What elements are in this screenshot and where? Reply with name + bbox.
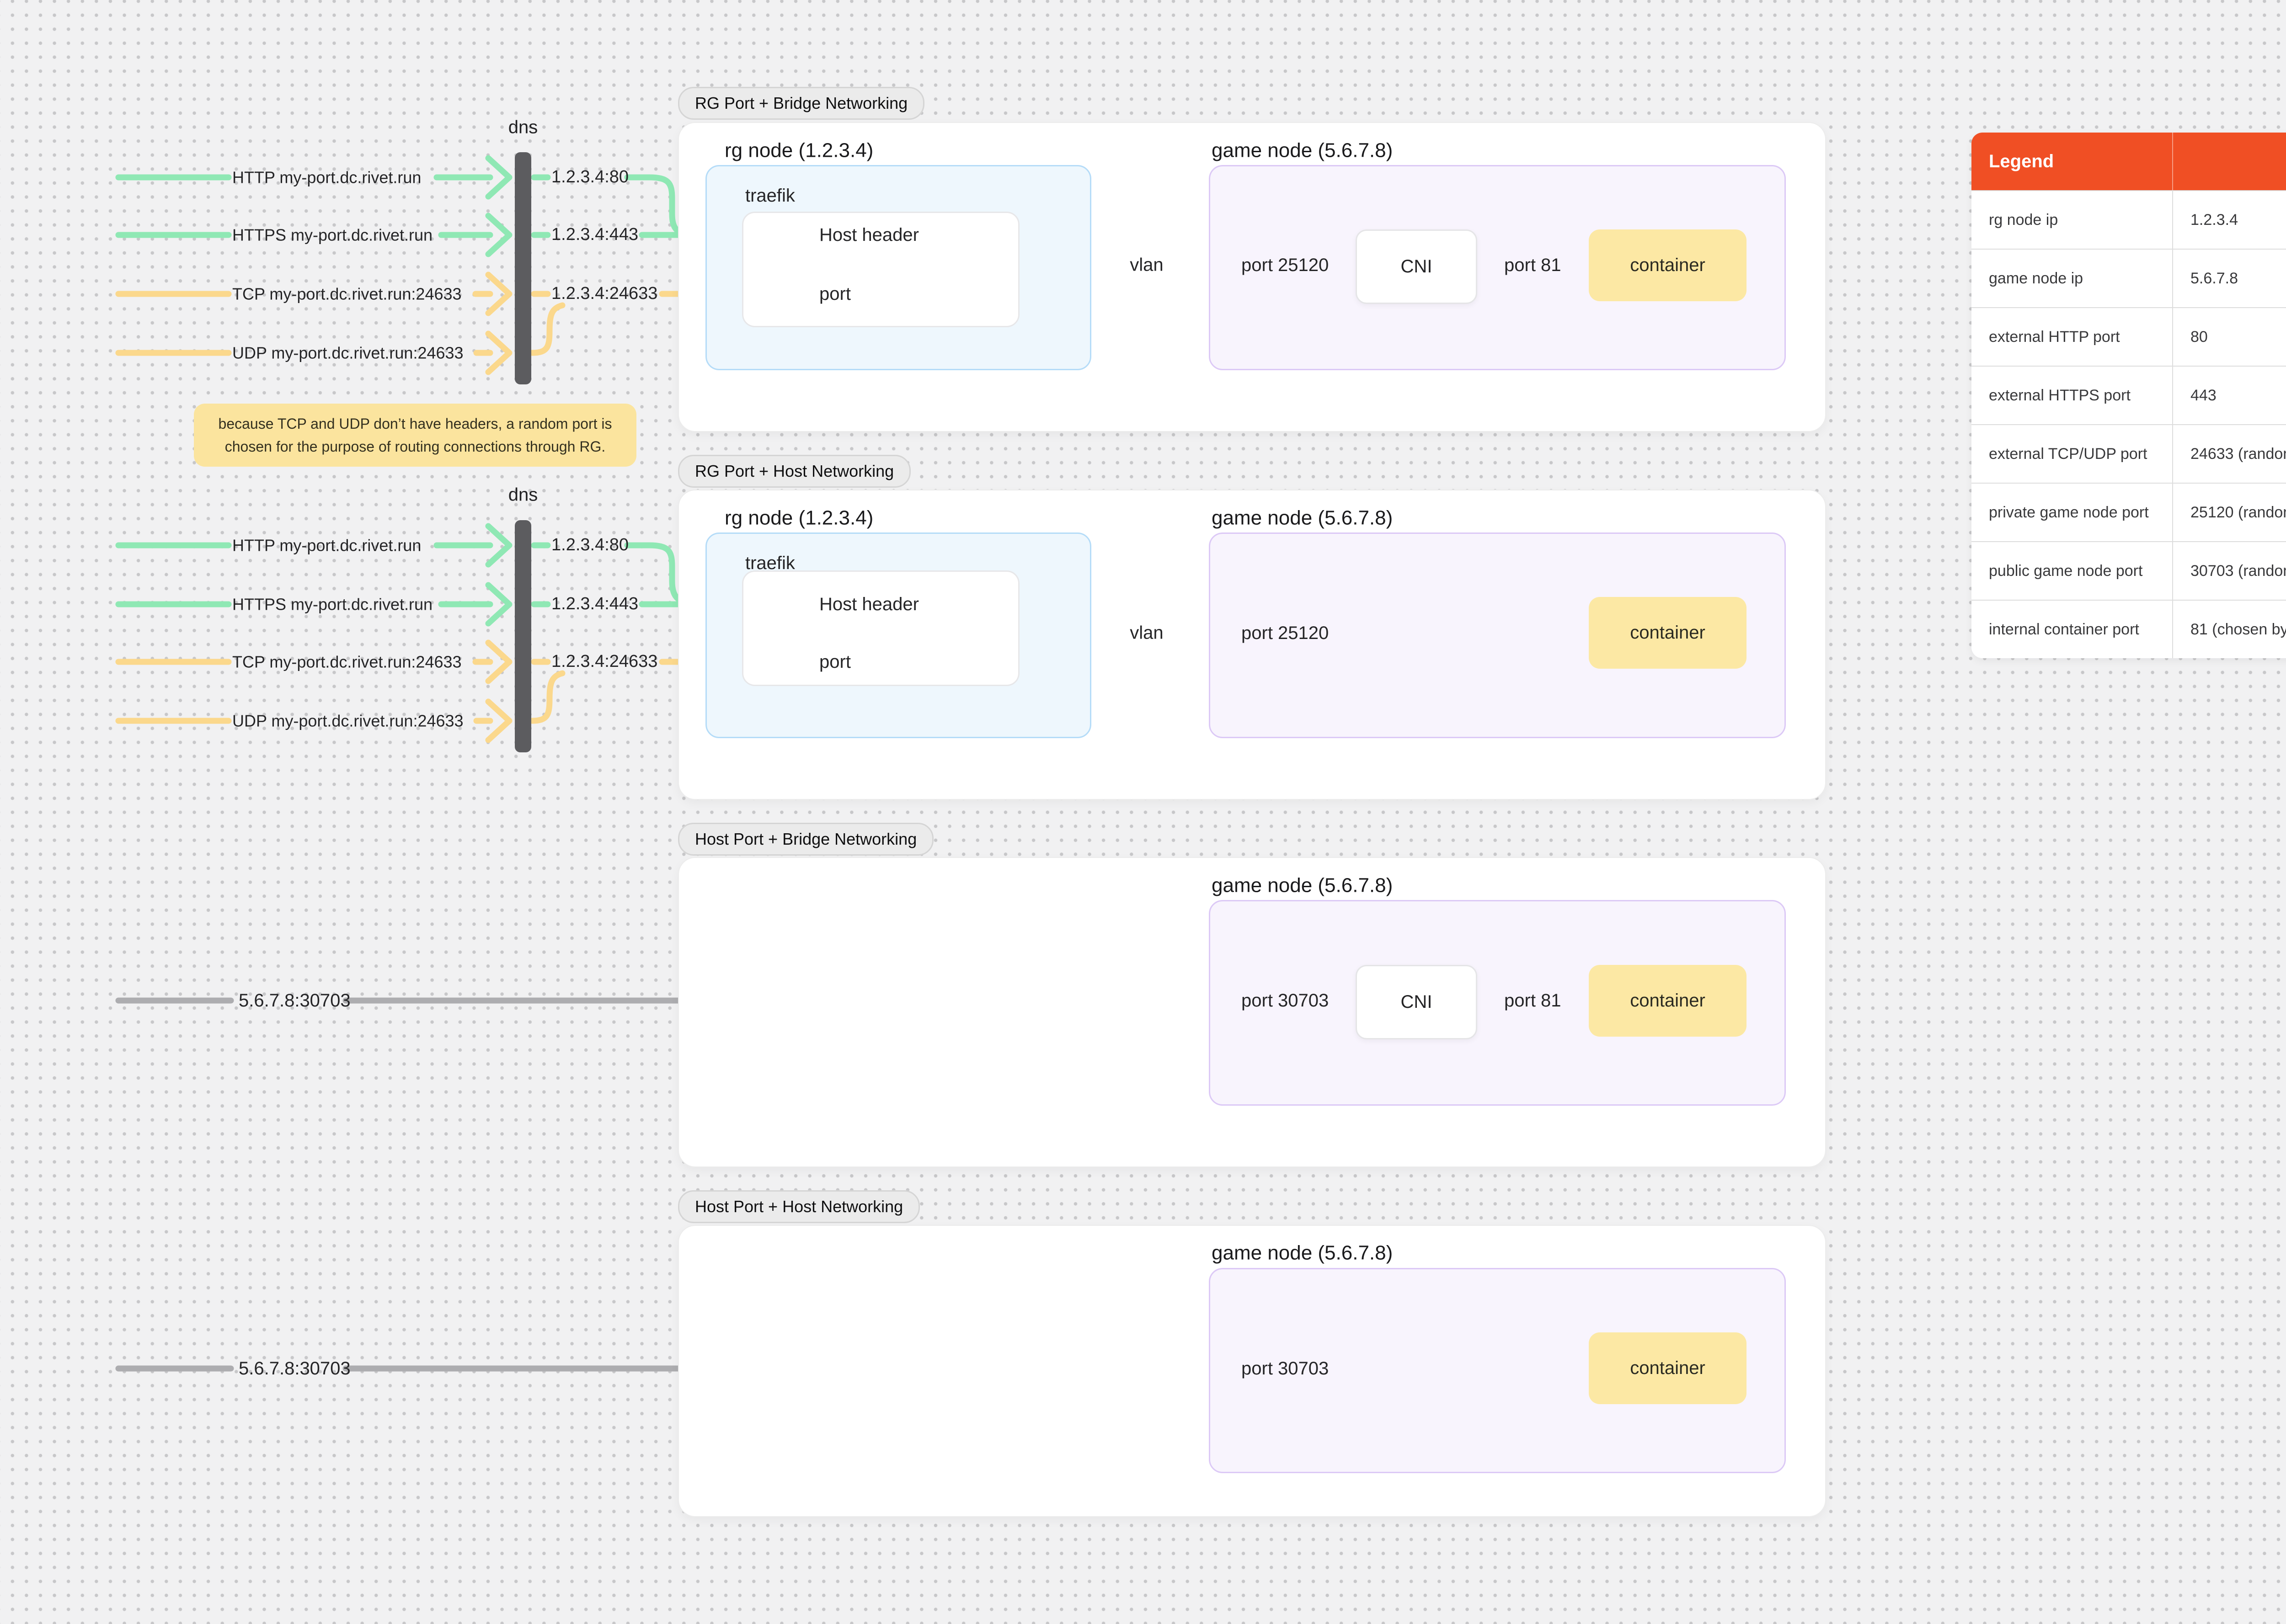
legend-cell: 24633 (randomly chosen per configured po… [2172,424,2286,483]
diagram-canvas: dns HTTP my-port.dc.rivet.run HTTPS my-p… [0,0,2286,1624]
dns2-row-tcp-label: TCP my-port.dc.rivet.run:24633 [232,652,462,671]
dns1-resolved-http: 1.2.3.4:80 [551,167,629,187]
rg-node-title-1: rg node (1.2.3.4) [725,139,874,162]
legend-cell: 30703 (randomly chosen per configured ho… [2172,541,2286,600]
game-port-label-1: port 25120 [1241,255,1329,275]
game-port-label-3: port 30703 [1241,990,1329,1011]
game-node-title-4: game node (5.6.7.8) [1212,1241,1393,1264]
dns2-row-https-label: HTTPS my-port.dc.rivet.run [232,595,433,614]
cni-box-1: CNI [1356,229,1477,304]
legend-cell: 80 [2172,307,2286,366]
legend-cell: external TCP/UDP port [1971,424,2172,483]
host-header-label-1: Host header [819,225,919,245]
dns2-row-http-label: HTTP my-port.dc.rivet.run [232,536,422,555]
legend-cell: public game node port [1971,541,2172,600]
legend-cell: 81 (chosen by user) [2172,600,2286,658]
legend-cell: rg node ip [1971,190,2172,249]
dns1-row-tcp-label: TCP my-port.dc.rivet.run:24633 [232,284,462,304]
host-header-label-2: Host header [819,594,919,614]
vlan-label-2: vlan [1130,623,1164,643]
dns2-resolved-https: 1.2.3.4:443 [551,594,639,614]
legend-cell: external HTTP port [1971,307,2172,366]
legend-cell: external HTTPS port [1971,366,2172,424]
dns1-resolved-https: 1.2.3.4:443 [551,225,639,245]
dns2-resolved-tcp: 1.2.3.4:24633 [551,652,658,671]
cni-box-3: CNI [1356,965,1477,1039]
container-box-3: container [1589,965,1747,1037]
rg-node-title-2: rg node (1.2.3.4) [725,506,874,529]
game-node-title-3: game node (5.6.7.8) [1212,874,1393,897]
game-port-label-4: port 30703 [1241,1358,1329,1379]
traefik-label-1: traefik [745,186,795,206]
section-title-host-host: Host Port + Host Networking [678,1190,920,1223]
vlan-label-1: vlan [1130,255,1164,275]
tcp-udp-note: because TCP and UDP don’t have headers, … [194,404,636,467]
dns-group-1-arrows [115,155,734,375]
dns-group-2-arrows [115,523,734,743]
legend-cell: game node ip [1971,249,2172,307]
game-node-title-1: game node (5.6.7.8) [1212,139,1393,162]
source-label-3: 5.6.7.8:30703 [239,990,351,1011]
legend-cell: internal container port [1971,600,2172,658]
section-title-rg-bridge: RG Port + Bridge Networking [678,87,925,120]
section-title-host-bridge: Host Port + Bridge Networking [678,823,934,856]
legend-cell: 443 [2172,366,2286,424]
container-port-label-1: port 81 [1504,255,1561,275]
dns2-row-udp-label: UDP my-port.dc.rivet.run:24633 [232,711,464,730]
container-box-1: container [1589,229,1747,301]
dns1-row-https-label: HTTPS my-port.dc.rivet.run [232,225,433,245]
dns1-resolved-tcp: 1.2.3.4:24633 [551,284,658,304]
dns2-resolved-http: 1.2.3.4:80 [551,535,629,555]
section-title-rg-host: RG Port + Host Networking [678,455,911,488]
source-label-4: 5.6.7.8:30703 [239,1358,351,1379]
traefik-box-2 [742,570,1020,686]
dns-bar-2 [515,520,531,752]
legend-cell: 1.2.3.4 [2172,190,2286,249]
dns-bar-1 [515,152,531,384]
container-box-2: container [1589,597,1747,669]
legend-cell: private game node port [1971,483,2172,541]
legend-cell: 25120 (randomly chosen per configured GG… [2172,483,2286,541]
game-node-title-2: game node (5.6.7.8) [1212,506,1393,529]
dns1-row-udp-label: UDP my-port.dc.rivet.run:24633 [232,343,464,362]
dns-label-1: dns [508,117,538,138]
container-port-label-3: port 81 [1504,990,1561,1011]
port-label-2: port [819,652,851,672]
dns1-row-http-label: HTTP my-port.dc.rivet.run [232,168,422,187]
port-label-1: port [819,284,851,304]
legend-cell: 5.6.7.8 [2172,249,2286,307]
legend-header-value [2172,133,2286,190]
legend-header-label: Legend [1971,133,2172,190]
game-port-label-2: port 25120 [1241,623,1329,643]
container-box-4: container [1589,1332,1747,1404]
legend-table: Legend Range rg node ip 1.2.3.4 game nod… [1971,133,2286,658]
dns-label-2: dns [508,485,538,505]
